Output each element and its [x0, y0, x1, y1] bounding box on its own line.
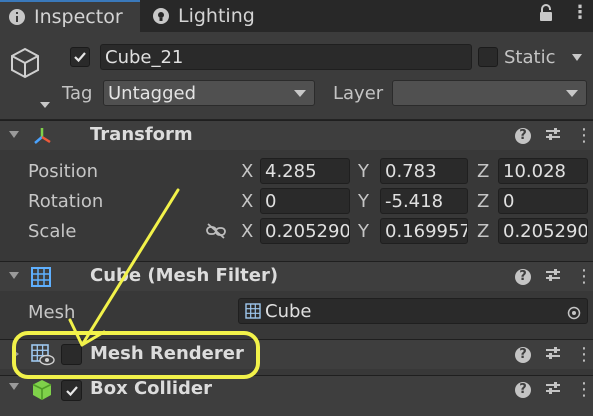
- tag-dropdown[interactable]: Untagged: [103, 80, 315, 106]
- tab-inspector[interactable]: Inspector: [0, 0, 140, 32]
- axis-x-label[interactable]: X: [241, 221, 253, 242]
- static-dropdown-icon[interactable]: [572, 54, 582, 61]
- object-picker-icon[interactable]: [567, 304, 581, 323]
- component-title: Transform: [90, 124, 193, 145]
- chevron-down-icon: [566, 90, 578, 97]
- object-name-input[interactable]: Cube_21: [100, 44, 472, 70]
- tab-menu-icon[interactable]: ⋮: [571, 2, 589, 23]
- chevron-down-icon: [294, 90, 306, 97]
- rotation-x-field[interactable]: 0: [260, 188, 350, 214]
- mesh-label: Mesh: [28, 302, 76, 323]
- kebab-menu-icon[interactable]: ⋮: [575, 344, 593, 365]
- component-actions: ? ⋮: [515, 379, 593, 400]
- field-value: 0.169957: [385, 220, 468, 242]
- lightbulb-icon: [152, 7, 170, 25]
- object-header: Cube_21 Static Tag Untagged Layer: [0, 32, 593, 120]
- gameobject-cube-icon: [8, 46, 42, 84]
- box-collider-header[interactable]: Box Collider ? ⋮: [0, 375, 593, 416]
- kebab-menu-icon[interactable]: ⋮: [575, 125, 593, 146]
- foldout-collapsed-icon[interactable]: [12, 349, 19, 359]
- scale-label: Scale: [28, 221, 77, 242]
- rotation-label: Rotation: [28, 191, 104, 212]
- mesh-object-field[interactable]: Cube: [238, 298, 588, 324]
- mesh-renderer-icon: [31, 344, 55, 370]
- axis-y-label[interactable]: Y: [358, 161, 369, 182]
- foldout-expanded-icon[interactable]: [9, 272, 19, 279]
- transform-icon: [32, 126, 52, 150]
- axis-z-label[interactable]: Z: [477, 221, 489, 242]
- help-icon[interactable]: ?: [515, 268, 531, 285]
- mesh-renderer-header[interactable]: Mesh Renderer ? ⋮: [0, 339, 593, 369]
- tab-label: Lighting: [178, 5, 255, 27]
- tag-label: Tag: [62, 83, 93, 104]
- kebab-menu-icon[interactable]: ⋮: [575, 266, 593, 287]
- mesh-grid-icon: [245, 303, 261, 319]
- field-value: 0.205290: [265, 220, 350, 242]
- field-value: 4.285: [265, 160, 317, 182]
- scale-x-field[interactable]: 0.205290: [260, 218, 350, 244]
- presets-sliders-icon[interactable]: [545, 126, 561, 146]
- gameobject-active-checkbox[interactable]: [70, 47, 90, 67]
- position-z-field[interactable]: 10.028: [498, 158, 588, 184]
- mesh-renderer-enabled-checkbox[interactable]: [61, 344, 82, 365]
- tag-value: Untagged: [108, 82, 197, 104]
- tab-label: Inspector: [34, 6, 123, 28]
- transform-body: Position X 4.285 Y 0.783 Z 10.028 Rotati…: [0, 151, 593, 257]
- scale-z-field[interactable]: 0.205290: [498, 218, 588, 244]
- component-title: Mesh Renderer: [90, 343, 244, 364]
- component-title: Cube (Mesh Filter): [90, 265, 279, 286]
- field-value: -5.418: [385, 190, 444, 212]
- scale-y-field[interactable]: 0.169957: [380, 218, 468, 244]
- lock-icon[interactable]: [538, 4, 554, 27]
- box-collider-enabled-checkbox[interactable]: [61, 380, 82, 401]
- help-icon[interactable]: ?: [515, 346, 531, 363]
- position-label: Position: [28, 161, 99, 182]
- info-icon: [8, 8, 26, 26]
- static-checkbox[interactable]: [478, 47, 498, 67]
- static-label: Static: [504, 47, 556, 68]
- foldout-expanded-icon[interactable]: [9, 131, 19, 138]
- axis-y-label[interactable]: Y: [358, 221, 369, 242]
- component-actions: ? ⋮: [515, 125, 593, 146]
- mesh-value: Cube: [265, 300, 312, 322]
- tab-bar: Inspector Lighting ⋮: [0, 0, 593, 32]
- constrain-proportions-link-icon[interactable]: [206, 223, 226, 243]
- presets-sliders-icon[interactable]: [545, 380, 561, 400]
- component-title: Box Collider: [90, 378, 213, 399]
- layer-dropdown[interactable]: [392, 80, 587, 106]
- field-value: 0.783: [385, 160, 437, 182]
- rotation-y-field[interactable]: -5.418: [380, 188, 468, 214]
- kebab-menu-icon[interactable]: ⋮: [575, 379, 593, 400]
- presets-sliders-icon[interactable]: [545, 345, 561, 365]
- object-name-value: Cube_21: [105, 46, 184, 68]
- presets-sliders-icon[interactable]: [545, 267, 561, 287]
- icon-dropdown-arrow-icon[interactable]: [40, 102, 50, 108]
- component-actions: ? ⋮: [515, 266, 593, 287]
- position-x-field[interactable]: 4.285: [260, 158, 350, 184]
- axis-z-label[interactable]: Z: [477, 161, 489, 182]
- axis-y-label[interactable]: Y: [358, 191, 369, 212]
- foldout-expanded-icon[interactable]: [9, 383, 19, 390]
- mesh-filter-header[interactable]: Cube (Mesh Filter) ? ⋮: [0, 261, 593, 291]
- rotation-z-field[interactable]: 0: [498, 188, 588, 214]
- axis-z-label[interactable]: Z: [477, 191, 489, 212]
- field-value: 10.028: [503, 160, 566, 182]
- field-value: 0: [503, 190, 515, 212]
- component-actions: ? ⋮: [515, 344, 593, 365]
- field-value: 0.205290: [503, 220, 588, 242]
- mesh-filter-body: Mesh Cube: [0, 292, 593, 336]
- field-value: 0: [265, 190, 277, 212]
- axis-x-label[interactable]: X: [241, 161, 253, 182]
- box-collider-icon: [31, 379, 53, 405]
- help-icon[interactable]: ?: [515, 381, 531, 398]
- transform-header[interactable]: Transform ? ⋮: [0, 120, 593, 150]
- axis-x-label[interactable]: X: [241, 191, 253, 212]
- layer-label: Layer: [333, 83, 384, 104]
- position-y-field[interactable]: 0.783: [380, 158, 468, 184]
- help-icon[interactable]: ?: [515, 127, 531, 144]
- mesh-filter-grid-icon: [31, 267, 51, 291]
- tab-lighting[interactable]: Lighting: [142, 0, 292, 32]
